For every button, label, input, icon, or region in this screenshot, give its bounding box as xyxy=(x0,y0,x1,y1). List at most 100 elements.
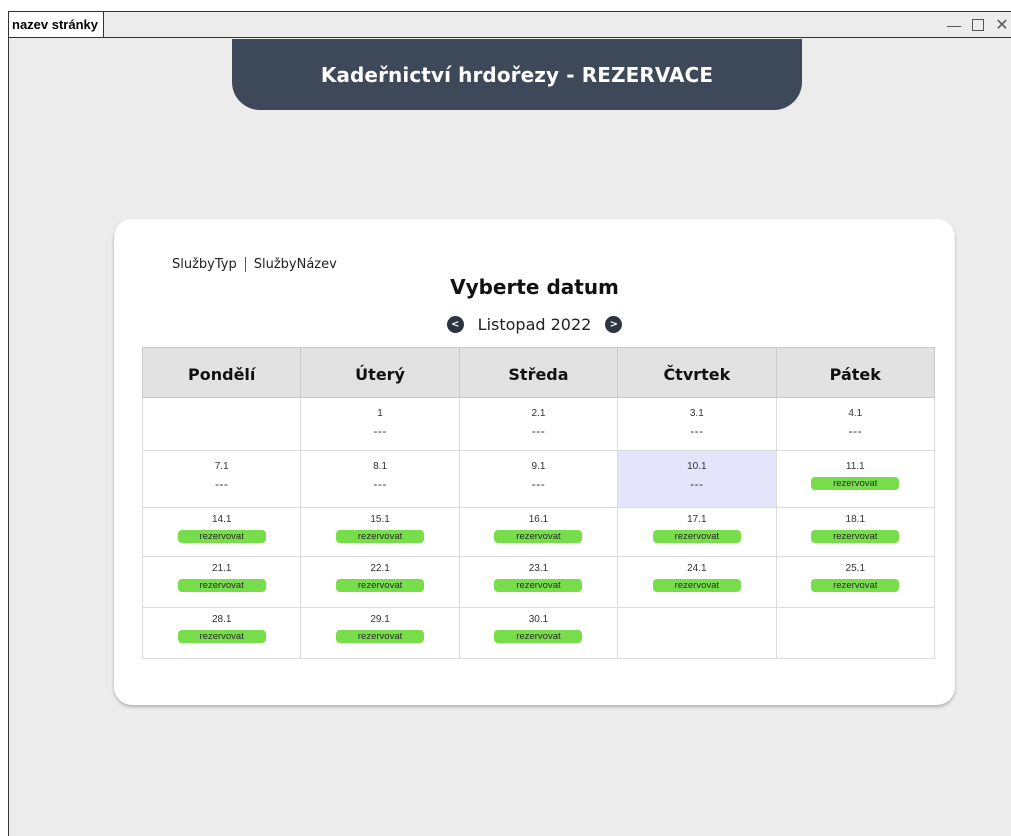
calendar-day-cell[interactable]: 22.1 rezervovat xyxy=(300,556,460,608)
unavailable-indicator: --- xyxy=(531,424,546,438)
calendar-week-row: 1 --- 2.1 --- 3.1 --- 4.1 --- xyxy=(141,397,936,451)
calendar-day-cell[interactable]: 29.1 rezervovat xyxy=(300,607,460,659)
day-date-label: 18.1 xyxy=(845,514,866,525)
reserve-button[interactable]: rezervovat xyxy=(652,530,741,543)
reserve-button[interactable]: rezervovat xyxy=(336,530,425,543)
weekday-header-tuesday: Úterý xyxy=(300,347,460,398)
calendar-day-cell[interactable]: 21.1 rezervovat xyxy=(141,556,302,608)
close-icon: ✕ xyxy=(995,14,1009,34)
reserve-button[interactable]: rezervovat xyxy=(811,579,900,592)
reservation-card: SlužbyTyp SlužbyNázev Vyberte datum < Li… xyxy=(114,219,955,705)
calendar-week-row: 14.1 rezervovat 15.1 rezervovat 16.1 rezervov… xyxy=(141,507,936,557)
day-date-label: 11.1 xyxy=(845,461,865,472)
day-date-label: 24.1 xyxy=(687,563,707,574)
next-month-button[interactable]: > xyxy=(605,316,623,333)
breadcrumb: SlužbyTyp SlužbyNázev xyxy=(172,257,337,272)
day-date-label: 4.1 xyxy=(848,408,863,419)
calendar-day-cell[interactable]: 14.1 rezervovat xyxy=(141,507,302,557)
reserve-button[interactable]: rezervovat xyxy=(177,630,266,643)
day-date-label: 1 xyxy=(377,408,383,419)
calendar-day-cell[interactable]: 30.1 rezervovat xyxy=(458,607,619,659)
weekday-header-thursday: Čtvrtek xyxy=(617,347,777,398)
reserve-button[interactable]: rezervovat xyxy=(336,630,425,643)
weekday-header-friday: Pátek xyxy=(775,347,936,398)
calendar-day-cell[interactable]: 4.1 --- xyxy=(775,397,936,451)
day-date-label: 30.1 xyxy=(528,614,549,625)
maximize-icon xyxy=(972,18,984,31)
day-date-label: 14.1 xyxy=(211,514,232,525)
day-date-label: 15.1 xyxy=(370,514,390,525)
unavailable-indicator: --- xyxy=(848,424,863,438)
breadcrumb-service-name[interactable]: SlužbyNázev xyxy=(254,257,337,272)
day-date-label: 9.1 xyxy=(531,461,546,472)
calendar-day-cell xyxy=(617,607,777,659)
day-date-label: 17.1 xyxy=(687,514,707,525)
day-date-label: 28.1 xyxy=(211,614,232,625)
reserve-button[interactable]: rezervovat xyxy=(177,530,266,543)
reserve-button[interactable]: rezervovat xyxy=(494,530,583,543)
maximize-button[interactable] xyxy=(969,16,987,34)
reserve-button[interactable]: rezervovat xyxy=(811,530,900,543)
breadcrumb-separator xyxy=(244,257,246,272)
reserve-button[interactable]: rezervovat xyxy=(494,630,583,643)
calendar-header-row: Pondělí Úterý Středa Čtvrtek Pátek xyxy=(141,347,936,398)
calendar-day-cell[interactable]: 1 --- xyxy=(300,397,460,451)
day-date-label: 8.1 xyxy=(373,461,388,472)
minimize-button[interactable] xyxy=(945,16,963,34)
calendar-day-cell[interactable]: 10.1 --- xyxy=(617,450,777,508)
reserve-button[interactable]: rezervovat xyxy=(177,579,266,592)
reserve-button[interactable]: rezervovat xyxy=(811,477,900,490)
calendar-day-cell[interactable]: 11.1 rezervovat xyxy=(775,450,936,508)
reserve-button[interactable]: rezervovat xyxy=(652,579,741,592)
calendar-day-cell xyxy=(141,397,302,451)
calendar-day-cell[interactable]: 28.1 rezervovat xyxy=(141,607,302,659)
calendar-day-cell[interactable]: 18.1 rezervovat xyxy=(775,507,936,557)
calendar-day-cell[interactable]: 24.1 rezervovat xyxy=(617,556,777,608)
calendar-day-cell[interactable]: 23.1 rezervovat xyxy=(458,556,619,608)
calendar-day-cell[interactable]: 15.1 rezervovat xyxy=(300,507,460,557)
page-title: Vyberte datum xyxy=(450,275,619,299)
weekday-header-monday: Pondělí xyxy=(141,347,302,398)
weekday-header-wednesday: Středa xyxy=(458,347,619,398)
day-date-label: 7.1 xyxy=(214,461,229,472)
chevron-left-icon: < xyxy=(450,318,460,330)
calendar-day-cell[interactable]: 17.1 rezervovat xyxy=(617,507,777,557)
unavailable-indicator: --- xyxy=(690,424,704,438)
browser-window: nazev stránky ✕ Kadeřnictví hrdořezy - R… xyxy=(8,11,1011,836)
calendar-week-row: 7.1 --- 8.1 --- 9.1 --- 10.1 --- 11.1 rezervovat xyxy=(141,450,936,508)
window-controls: ✕ xyxy=(945,12,1011,37)
calendar-day-cell[interactable]: 9.1 --- xyxy=(458,450,619,508)
day-date-label: 21.1 xyxy=(211,563,232,574)
day-date-label: 2.1 xyxy=(531,408,546,419)
reserve-button[interactable]: rezervovat xyxy=(494,579,583,592)
calendar-body: 1 --- 2.1 --- 3.1 --- 4.1 --- 7.1 --- 8.1 --- 9.1 ---… xyxy=(141,397,936,659)
chevron-right-icon: > xyxy=(609,318,619,330)
day-date-label: 25.1 xyxy=(845,563,866,574)
calendar-week-row: 28.1 rezervovat 29.1 rezervovat 30.1 rezervov… xyxy=(141,607,936,659)
close-button[interactable]: ✕ xyxy=(993,16,1011,34)
calendar-day-cell xyxy=(775,607,936,659)
calendar-day-cell[interactable]: 8.1 --- xyxy=(300,450,460,508)
day-date-label: 3.1 xyxy=(689,408,704,419)
calendar-day-cell[interactable]: 3.1 --- xyxy=(617,397,777,451)
window-titlebar: nazev stránky ✕ xyxy=(9,12,1011,38)
calendar-day-cell[interactable]: 16.1 rezervovat xyxy=(458,507,619,557)
reserve-button[interactable]: rezervovat xyxy=(336,579,425,592)
unavailable-indicator: --- xyxy=(690,477,704,491)
minimize-icon xyxy=(947,26,961,27)
calendar-day-cell[interactable]: 7.1 --- xyxy=(141,450,302,508)
unavailable-indicator: --- xyxy=(373,424,387,438)
breadcrumb-service-type[interactable]: SlužbyTyp xyxy=(172,257,237,272)
day-date-label: 16.1 xyxy=(528,514,549,525)
unavailable-indicator: --- xyxy=(214,477,229,491)
month-navigation: < Listopad 2022 > xyxy=(114,315,955,334)
prev-month-button[interactable]: < xyxy=(446,316,464,333)
calendar-week-row: 21.1 rezervovat 22.1 rezervovat 23.1 rezervov… xyxy=(141,556,936,608)
calendar-day-cell[interactable]: 25.1 rezervovat xyxy=(775,556,936,608)
day-date-label: 29.1 xyxy=(370,614,390,625)
calendar-day-cell[interactable]: 2.1 --- xyxy=(458,397,619,451)
unavailable-indicator: --- xyxy=(373,477,387,491)
header-title: Kadeřnictví hrdořezy - REZERVACE xyxy=(320,62,714,87)
calendar-table: Pondělí Úterý Středa Čtvrtek Pátek 1 --- 2… xyxy=(141,347,936,659)
day-date-label: 22.1 xyxy=(370,563,390,574)
